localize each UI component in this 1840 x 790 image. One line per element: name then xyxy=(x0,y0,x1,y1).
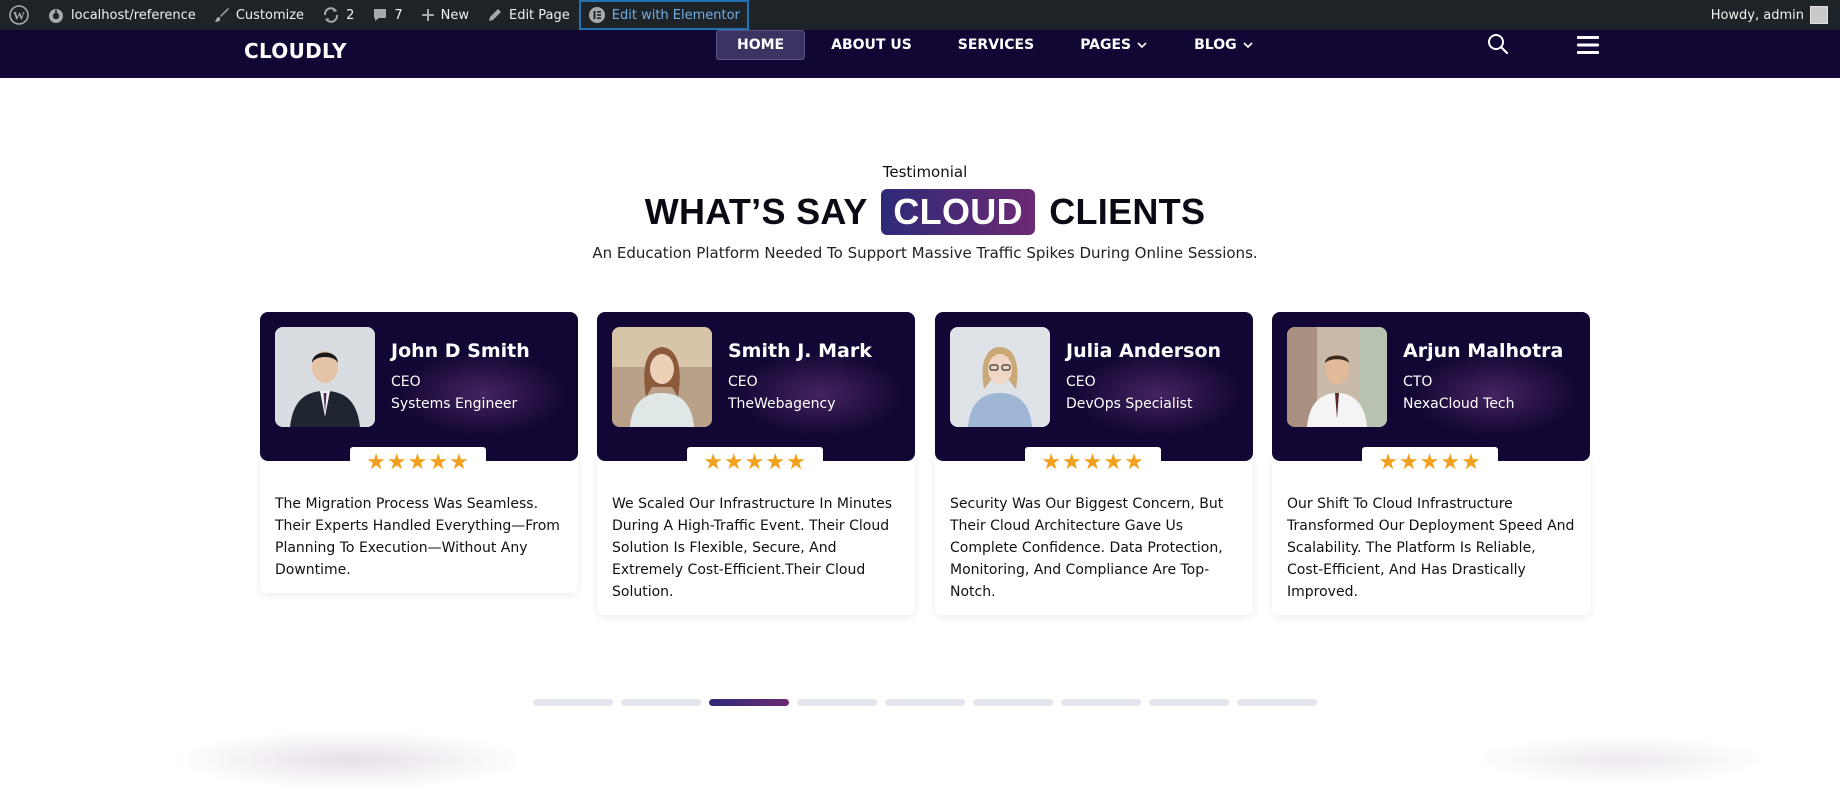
nav-about-label: ABOUT US xyxy=(831,37,912,53)
elementor-icon xyxy=(588,7,605,23)
client-name: Arjun Malhotra xyxy=(1403,340,1564,362)
search-icon xyxy=(1488,34,1509,55)
section-subtitle: An Education Platform Needed To Support … xyxy=(592,244,1258,262)
pagination-bullet[interactable] xyxy=(797,699,877,706)
edit-with-elementor-link[interactable]: Edit with Elementor xyxy=(578,0,749,30)
pagination-bullet[interactable] xyxy=(885,699,965,706)
pagination-bullet[interactable] xyxy=(1061,699,1141,706)
edit-page-label: Edit Page xyxy=(508,7,570,23)
comments-count: 7 xyxy=(394,7,403,23)
chevron-down-icon xyxy=(1243,42,1253,49)
testimonial-card: Arjun Malhotra CTO NexaCloud Tech ★★★★★ … xyxy=(1272,312,1590,615)
nav-pages-label: PAGES xyxy=(1080,37,1132,53)
title-before: WHAT’S SAY xyxy=(644,191,868,232)
client-name: Smith J. Mark xyxy=(728,340,872,362)
nav-blog-label: BLOG xyxy=(1194,37,1237,53)
new-content-link[interactable]: New xyxy=(412,0,478,30)
nav-services[interactable]: SERVICES xyxy=(938,30,1054,60)
section-title: WHAT’S SAY CLOUD CLIENTS xyxy=(0,188,1840,236)
wordpress-icon: W xyxy=(9,5,29,25)
testimonial-card: John D Smith CEO Systems Engineer ★★★★★ … xyxy=(260,312,578,593)
title-after: CLIENTS xyxy=(1049,191,1206,232)
nav-services-label: SERVICES xyxy=(957,37,1035,53)
testimonial-quote: Our Shift To Cloud Infrastructure Transf… xyxy=(1272,457,1590,615)
nav-pages[interactable]: PAGES xyxy=(1060,30,1168,60)
star-rating: ★★★★★ xyxy=(1025,447,1161,479)
my-account-menu[interactable]: Howdy, admin xyxy=(1711,6,1840,24)
site-name: localhost/reference xyxy=(71,7,196,23)
card-header: Smith J. Mark CEO TheWebagency ★★★★★ xyxy=(597,312,915,479)
admin-avatar xyxy=(1810,6,1828,24)
main-nav: HOME ABOUT US SERVICES PAGES BLOG xyxy=(716,30,1280,64)
star-rating: ★★★★★ xyxy=(1362,447,1498,479)
site-name-menu[interactable]: localhost/reference xyxy=(38,0,205,30)
site-header: CLOUDLY HOME ABOUT US SERVICES PAGES BLO… xyxy=(0,30,1840,78)
testimonial-card: Smith J. Mark CEO TheWebagency ★★★★★ We … xyxy=(597,312,915,615)
customize-link[interactable]: Customize xyxy=(205,0,313,30)
header-search-button[interactable] xyxy=(1486,32,1510,60)
pagination-bullet[interactable] xyxy=(1149,699,1229,706)
dashboard-icon xyxy=(49,9,63,23)
avatar xyxy=(275,327,375,427)
decorative-glow xyxy=(170,730,530,790)
testimonial-quote: We Scaled Our Infrastructure In Minutes … xyxy=(597,457,915,615)
client-company: Systems Engineer xyxy=(391,396,518,412)
client-name: John D Smith xyxy=(391,340,530,362)
svg-text:W: W xyxy=(13,9,25,23)
client-name: Julia Anderson xyxy=(1066,340,1222,362)
new-label: New xyxy=(440,7,469,23)
wp-logo-menu[interactable]: W xyxy=(0,0,38,30)
decorative-glow xyxy=(1470,735,1770,785)
pencil-icon xyxy=(488,9,501,21)
title-highlight: CLOUD xyxy=(881,189,1035,235)
brush-icon xyxy=(214,8,229,22)
nav-home[interactable]: HOME xyxy=(716,30,806,60)
hamburger-icon xyxy=(1577,36,1599,54)
pagination-bullet[interactable] xyxy=(533,699,613,706)
edit-elementor-label: Edit with Elementor xyxy=(611,7,740,23)
chevron-down-icon xyxy=(1137,42,1147,49)
comment-icon xyxy=(374,9,387,21)
customize-label: Customize xyxy=(235,7,305,23)
client-role: CEO xyxy=(1066,374,1096,390)
comments-link[interactable]: 7 xyxy=(363,0,411,30)
testimonial-card: Julia Anderson CEO DevOps Specialist ★★★… xyxy=(935,312,1253,615)
nav-about-us[interactable]: ABOUT US xyxy=(811,30,932,60)
section-eyebrow: Testimonial xyxy=(882,163,968,181)
pagination-bullet[interactable] xyxy=(621,699,701,706)
wp-admin-bar: W localhost/reference Customize 2 7 New … xyxy=(0,0,1840,30)
site-logo[interactable]: CLOUDLY xyxy=(244,34,347,68)
card-header: Arjun Malhotra CTO NexaCloud Tech ★★★★★ xyxy=(1272,312,1590,479)
card-header: John D Smith CEO Systems Engineer ★★★★★ xyxy=(260,312,578,479)
updates-count: 2 xyxy=(346,7,355,23)
pagination-bullet[interactable] xyxy=(1237,699,1317,706)
star-rating: ★★★★★ xyxy=(350,447,486,479)
star-rating: ★★★★★ xyxy=(687,447,823,479)
testimonial-carousel: John D Smith CEO Systems Engineer ★★★★★ … xyxy=(260,312,1590,632)
client-role: CEO xyxy=(391,374,421,390)
pagination-bullet[interactable] xyxy=(973,699,1053,706)
client-company: NexaCloud Tech xyxy=(1403,396,1515,412)
avatar xyxy=(950,327,1050,427)
card-header: Julia Anderson CEO DevOps Specialist ★★★… xyxy=(935,312,1253,479)
avatar xyxy=(1287,327,1387,427)
avatar xyxy=(612,327,712,427)
updates-icon xyxy=(324,7,339,23)
howdy-text: Howdy, admin xyxy=(1710,7,1804,23)
client-company: TheWebagency xyxy=(728,396,836,412)
client-role: CEO xyxy=(728,374,758,390)
edit-page-link[interactable]: Edit Page xyxy=(478,0,579,30)
nav-home-label: HOME xyxy=(737,37,785,53)
plus-icon xyxy=(421,9,434,21)
hamburger-menu-button[interactable] xyxy=(1576,34,1600,60)
client-role: CTO xyxy=(1403,374,1433,390)
testimonial-quote: Security Was Our Biggest Concern, But Th… xyxy=(935,457,1253,615)
updates-link[interactable]: 2 xyxy=(313,0,363,30)
pagination-bullet[interactable] xyxy=(709,699,789,706)
carousel-pagination xyxy=(533,699,1317,706)
client-company: DevOps Specialist xyxy=(1066,396,1193,412)
nav-blog[interactable]: BLOG xyxy=(1174,30,1274,60)
